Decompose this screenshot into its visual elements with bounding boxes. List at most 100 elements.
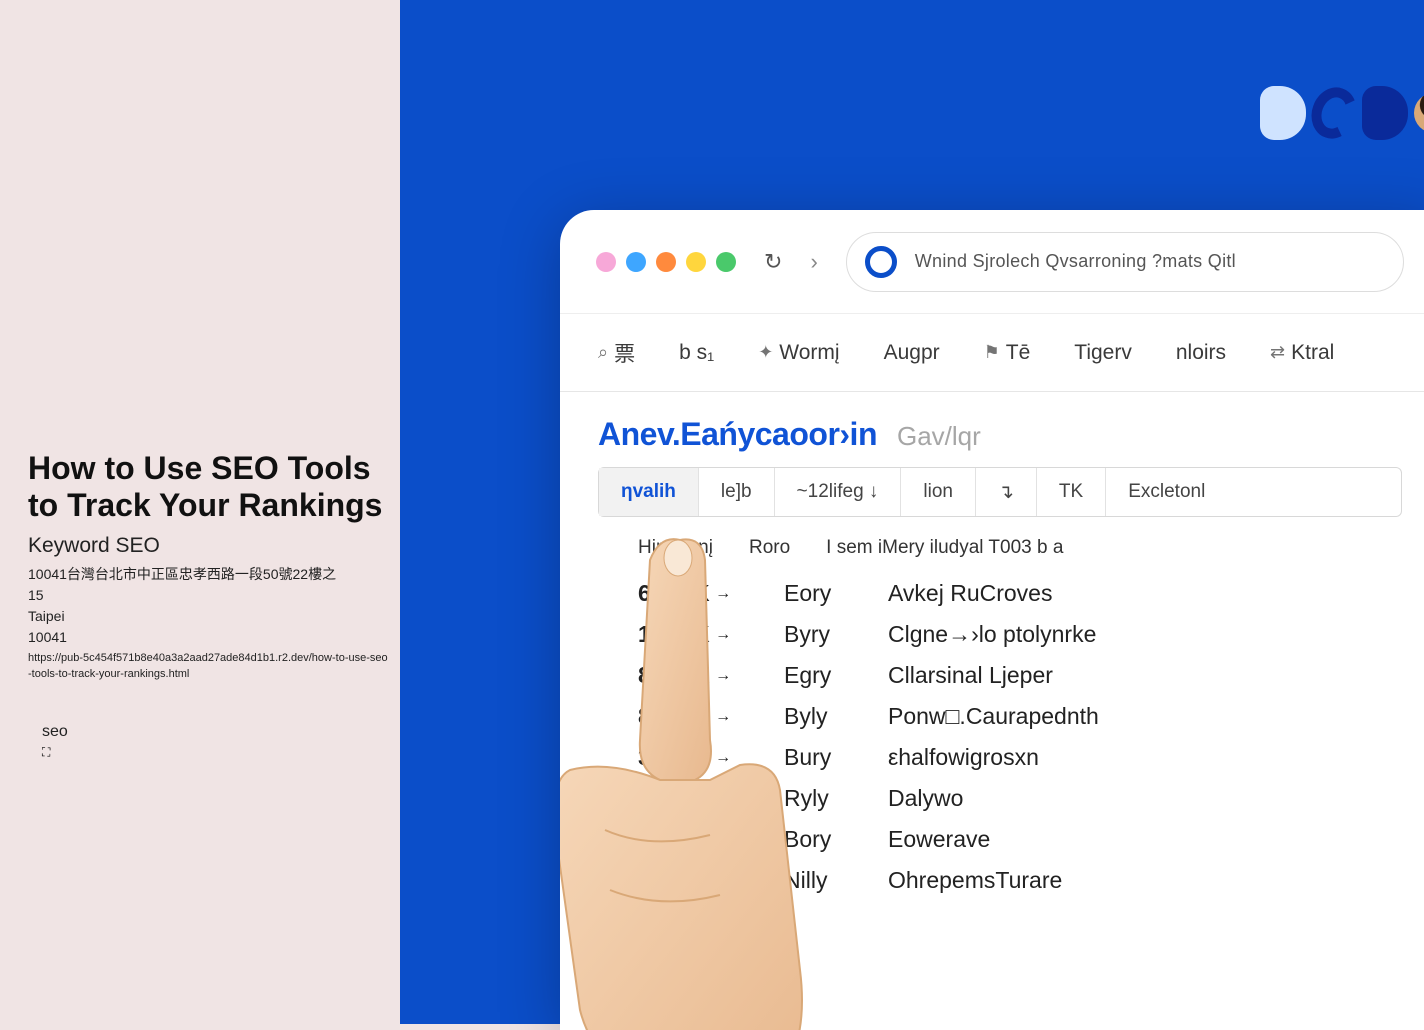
- address-postcode: 10041: [28, 627, 388, 648]
- tag-label: seo: [42, 723, 388, 741]
- category-cell: Bory: [784, 826, 852, 853]
- traffic-dot: [656, 252, 676, 272]
- trend-icon: →: [715, 831, 731, 849]
- trend-icon: →: [715, 626, 731, 644]
- table-row[interactable]: 32 00K→ Bury εhalfowigrosxn: [638, 737, 1400, 778]
- address-city: Taipei: [28, 606, 388, 627]
- traffic-dot: [716, 252, 736, 272]
- hero-panel: ↻ › Wnind Sjrolech Qvsarroning ?mats Qit…: [400, 0, 1424, 1024]
- logo-shape-b2: [1362, 86, 1408, 140]
- logo-shape-b1: [1260, 86, 1306, 140]
- col-header: Roro: [749, 537, 790, 559]
- traffic-dot: [596, 252, 616, 272]
- col-header: I sem iMery iludyal T003 b a: [826, 537, 1063, 559]
- name-cell: Dalywo: [888, 785, 1400, 812]
- metric-cell: 80 00K→: [638, 703, 748, 730]
- reload-icon[interactable]: ↻: [764, 249, 782, 275]
- tab-item[interactable]: Augpr: [884, 341, 940, 365]
- trend-icon: →: [715, 708, 731, 726]
- metric-cell: 68 00K→: [638, 580, 748, 607]
- name-cell: εhalfowigrosxn: [888, 744, 1400, 771]
- traffic-dot: [626, 252, 646, 272]
- tab-item[interactable]: nloirs: [1176, 341, 1226, 365]
- name-cell: Avkej RuCroves: [888, 580, 1400, 607]
- tab-item[interactable]: ⇄Ktral: [1270, 341, 1334, 365]
- tab-item[interactable]: ✦Wormį: [758, 341, 839, 365]
- tab-icon: ⚑: [984, 342, 1000, 363]
- tab-icon: ⇄: [1270, 342, 1285, 363]
- tab-icon: ⌕: [598, 342, 608, 363]
- metric-cell: 32 00K→: [638, 744, 748, 771]
- expand-icon: ⛶: [42, 745, 388, 760]
- tab-item[interactable]: b s₁: [679, 341, 714, 365]
- metric-cell: 81 00K→: [638, 662, 748, 689]
- forward-icon[interactable]: ›: [810, 249, 817, 275]
- metric-cell: 8E 00K→: [638, 908, 748, 935]
- filter-cell[interactable]: Excletonl: [1106, 468, 1227, 516]
- filter-cell[interactable]: le]b: [699, 468, 775, 516]
- page-heading: Anev.Eańycaoor›in Gav/lqr: [560, 392, 1424, 467]
- table-row[interactable]: 81 00K→ Egry Cllarsinal Ljeper: [638, 655, 1400, 696]
- heading-primary: Anev.Eańycaoor›in: [598, 416, 877, 453]
- name-cell: Cllarsinal Ljeper: [888, 662, 1400, 689]
- address-bar[interactable]: Wnind Sjrolech Qvsarroning ?mats Qitl: [846, 232, 1404, 292]
- table-row[interactable]: 13 00K→ Byry Clgne→›lo ptolynrke: [638, 614, 1400, 655]
- trend-icon: →: [715, 667, 731, 685]
- category-cell: Egry: [784, 662, 852, 689]
- name-cell: OhrepemsTurare: [888, 867, 1400, 894]
- table-row[interactable]: 8E 00K→: [638, 901, 1400, 942]
- avatar-icon: [1414, 93, 1424, 133]
- data-rows: 68 00K→ Eory Avkej RuCroves 13 00K→ Byry…: [560, 569, 1424, 942]
- name-cell: Ponw□.Caurapednth: [888, 703, 1400, 730]
- category-cell: Bury: [784, 744, 852, 771]
- trend-icon: →: [711, 790, 727, 808]
- address-line: 10041台灣台北市中正區忠孝西路一段50號22樓之: [28, 564, 388, 585]
- tab-icon: ✦: [758, 342, 773, 363]
- trend-icon: →: [718, 913, 734, 931]
- traffic-lights: [596, 252, 736, 272]
- logo-shape-c: [1304, 81, 1363, 145]
- filter-cell[interactable]: ↴: [976, 468, 1037, 516]
- category-cell: Eory: [784, 580, 852, 607]
- browser-window: ↻ › Wnind Sjrolech Qvsarroning ?mats Qit…: [560, 210, 1424, 1030]
- search-icon: [865, 246, 897, 278]
- col-header: Hiry ounį: [638, 537, 713, 559]
- table-row[interactable]: 32 00K→ Bory Eowerave: [638, 819, 1400, 860]
- logo-cluster: [1260, 86, 1424, 140]
- filter-bar: ηvalih le]b ~12lifeg ↓ lion ↴ TK Excleto…: [598, 467, 1402, 517]
- source-url: https://pub-5c454f571b8e40a3a2aad27ade84…: [28, 650, 388, 683]
- table-row[interactable]: 80 00K→ Byly Ponw□.Caurapednth: [638, 696, 1400, 737]
- table-row[interactable]: 68 00K→ Eory Avkej RuCroves: [638, 573, 1400, 614]
- tab-item[interactable]: ⌕票: [598, 338, 635, 368]
- tab-strip: ⌕票 b s₁ ✦Wormį Augpr ⚑Tē Tigerv nloirs ⇄…: [560, 314, 1424, 392]
- tab-item[interactable]: Tigerv: [1074, 341, 1132, 365]
- trend-icon: →: [715, 585, 731, 603]
- category-cell: Byly: [784, 703, 852, 730]
- heading-secondary: Gav/lqr: [897, 421, 981, 452]
- name-cell: Clgne→›lo ptolynrke: [888, 621, 1400, 648]
- metric-cell: 17 004→: [638, 785, 748, 812]
- metric-cell: 32 00K→: [638, 826, 748, 853]
- filter-cell[interactable]: ~12lifeg ↓: [775, 468, 902, 516]
- name-cell: Eowerave: [888, 826, 1400, 853]
- trend-icon: →: [715, 749, 731, 767]
- category-cell: Ryly: [784, 785, 852, 812]
- table-row[interactable]: 80 00K→ Nilly OhrepemsTurare: [638, 860, 1400, 901]
- page-title: How to Use SEO Tools to Track Your Ranki…: [28, 450, 388, 524]
- tab-item[interactable]: ⚑Tē: [984, 341, 1031, 365]
- category-cell: Byry: [784, 621, 852, 648]
- left-info-panel: How to Use SEO Tools to Track Your Ranki…: [28, 450, 388, 760]
- metric-cell: 80 00K→: [638, 867, 748, 894]
- browser-toolbar: ↻ › Wnind Sjrolech Qvsarroning ?mats Qit…: [560, 210, 1424, 314]
- filter-cell[interactable]: ηvalih: [599, 468, 699, 516]
- traffic-dot: [686, 252, 706, 272]
- category-cell: Nilly: [784, 867, 852, 894]
- filter-cell[interactable]: TK: [1037, 468, 1106, 516]
- address-bar-text: Wnind Sjrolech Qvsarroning ?mats Qitl: [915, 251, 1236, 272]
- metric-cell: 13 00K→: [638, 621, 748, 648]
- filter-cell[interactable]: lion: [901, 468, 976, 516]
- address-floor: 15: [28, 585, 388, 606]
- column-headers: Hiry ounį Roro I sem iMery iludyal T003 …: [560, 517, 1424, 569]
- table-row[interactable]: 17 004→ Ryly Dalywo: [638, 778, 1400, 819]
- page-subtitle: Keyword SEO: [28, 534, 388, 558]
